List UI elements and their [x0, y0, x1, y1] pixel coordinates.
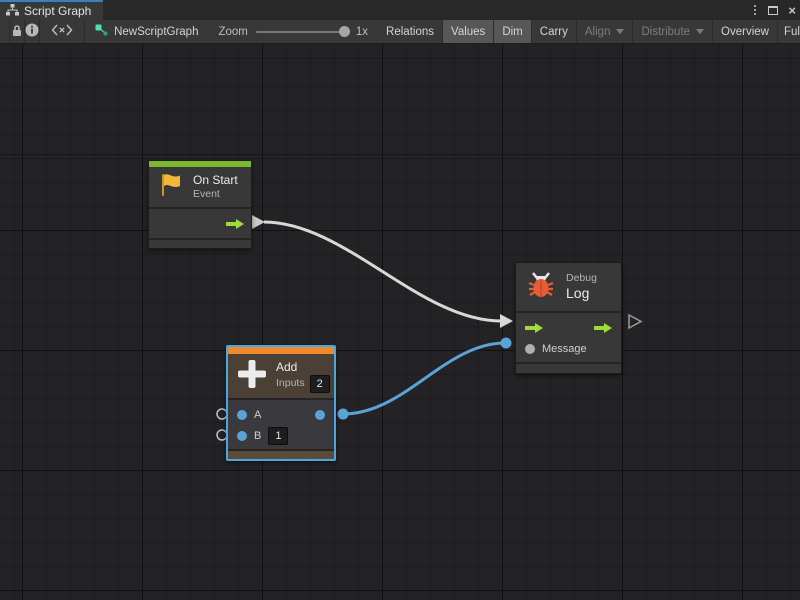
zoom-label: Zoom	[218, 26, 247, 38]
port-b-label: B	[254, 430, 261, 442]
node-footer	[149, 240, 251, 248]
info-icon	[25, 23, 39, 40]
node-debug-log[interactable]: Debug Log Message	[515, 262, 622, 374]
distribute-dropdown[interactable]: Distribute	[633, 20, 713, 43]
debuglog-output-port-triangle[interactable]	[629, 315, 641, 328]
tab-script-graph[interactable]: Script Graph	[0, 0, 103, 20]
script-graph-window: Script Graph ×	[0, 0, 800, 600]
lock-icon	[11, 24, 23, 40]
graph-toolbar: NewScriptGraph Zoom 1x Relations Values …	[0, 20, 800, 44]
lock-button[interactable]	[10, 20, 25, 43]
zoom-slider[interactable]	[256, 31, 348, 33]
node-header: On Start Event	[149, 167, 251, 207]
node-add[interactable]: Add Inputs 2 A B 1	[226, 345, 336, 461]
kebab-menu-icon[interactable]	[752, 3, 758, 17]
wire-onstart-to-debuglog[interactable]	[264, 222, 501, 321]
values-button[interactable]: Values	[443, 20, 494, 43]
graph-name-button[interactable]: NewScriptGraph	[85, 20, 208, 43]
node-body: A B 1	[228, 400, 334, 449]
info-button[interactable]	[25, 20, 40, 43]
graph-canvas[interactable]: On Start Event	[0, 44, 800, 600]
sum-output-port-dot[interactable]	[315, 410, 325, 420]
zoom-value: 1x	[356, 26, 368, 38]
plus-icon	[236, 358, 268, 395]
hierarchy-icon	[6, 4, 19, 19]
node-title: Log	[566, 285, 597, 302]
graph-asset-icon	[95, 24, 108, 39]
node-footer	[516, 364, 621, 373]
flow-output-arrow-icon[interactable]	[594, 323, 612, 333]
chevron-down-icon	[696, 29, 704, 34]
wire-layer	[0, 44, 800, 600]
message-port-label: Message	[542, 343, 587, 355]
node-header: Add Inputs 2	[228, 354, 334, 398]
flow-output-arrow-icon[interactable]	[226, 219, 244, 229]
node-header: Debug Log	[516, 263, 621, 311]
window-controls: ×	[752, 0, 796, 20]
relations-button[interactable]: Relations	[378, 20, 443, 43]
port-b-dot[interactable]	[237, 431, 247, 441]
close-icon[interactable]: ×	[788, 4, 796, 17]
node-on-start[interactable]: On Start Event	[148, 160, 252, 249]
port-a-label: A	[254, 409, 261, 421]
align-dropdown[interactable]: Align	[577, 20, 634, 43]
message-input-connection-dot[interactable]	[501, 338, 512, 349]
node-color-bar	[228, 347, 334, 354]
chevron-down-icon	[616, 29, 624, 34]
wire-add-to-message[interactable]	[343, 343, 505, 414]
align-label: Align	[585, 26, 611, 38]
carry-button[interactable]: Carry	[532, 20, 577, 43]
inputs-count-field[interactable]: 2	[310, 375, 330, 393]
tab-bar: Script Graph ×	[0, 0, 800, 20]
port-a-dot[interactable]	[237, 410, 247, 420]
zoom-control: Zoom 1x	[208, 20, 378, 43]
wire-arrowhead	[500, 314, 513, 328]
graph-name-label: NewScriptGraph	[114, 26, 198, 38]
onstart-output-port-triangle[interactable]	[252, 215, 265, 229]
toolbar-gap	[0, 20, 10, 43]
tab-title: Script Graph	[24, 4, 91, 18]
message-port-dot[interactable]	[525, 344, 535, 354]
maximize-icon[interactable]	[768, 6, 778, 15]
dim-button[interactable]: Dim	[494, 20, 531, 43]
node-footer	[228, 449, 334, 459]
distribute-label: Distribute	[641, 26, 690, 38]
code-icon	[51, 24, 73, 39]
node-subtitle: Event	[193, 188, 238, 201]
bug-icon	[524, 268, 558, 307]
node-subtitle: Inputs	[276, 377, 305, 390]
add-output-connection-dot[interactable]	[338, 409, 349, 420]
zoom-slider-handle[interactable]	[339, 26, 350, 37]
port-b-value-field[interactable]: 1	[268, 427, 288, 445]
node-title: On Start	[193, 173, 238, 188]
node-surtitle: Debug	[566, 272, 597, 285]
node-body: Message	[516, 313, 621, 362]
node-body	[149, 209, 251, 238]
flag-icon	[157, 171, 185, 204]
overview-button[interactable]: Overview	[713, 20, 778, 43]
full-screen-button[interactable]: Full Screen	[778, 20, 800, 43]
node-title: Add	[276, 360, 330, 375]
code-view-button[interactable]	[40, 20, 86, 43]
flow-input-arrow-icon[interactable]	[525, 323, 543, 333]
